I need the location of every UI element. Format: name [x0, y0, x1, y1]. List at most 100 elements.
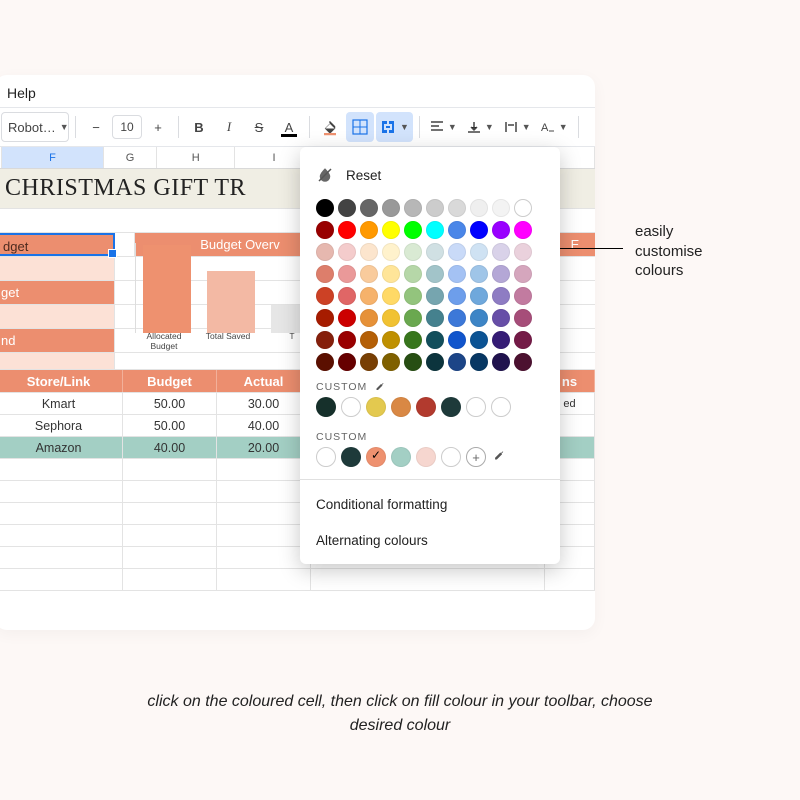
borders-button[interactable] [346, 112, 374, 142]
cell[interactable] [115, 233, 135, 256]
color-swatch[interactable] [360, 243, 378, 261]
col-store[interactable]: Store/Link [0, 370, 123, 392]
value-cell[interactable] [0, 257, 115, 280]
table-row[interactable] [0, 569, 595, 591]
color-swatch[interactable] [441, 447, 461, 467]
color-swatch[interactable] [338, 243, 356, 261]
color-swatch[interactable] [470, 353, 488, 371]
color-swatch[interactable] [360, 199, 378, 217]
color-swatch[interactable] [360, 353, 378, 371]
color-swatch[interactable] [492, 265, 510, 283]
color-swatch[interactable] [426, 265, 444, 283]
color-swatch[interactable] [391, 397, 411, 417]
font-size-input[interactable]: 10 [112, 115, 142, 139]
color-swatch[interactable] [426, 243, 444, 261]
color-swatch[interactable] [316, 265, 334, 283]
font-size-decrease-button[interactable]: − [82, 112, 110, 142]
color-swatch[interactable] [316, 331, 334, 349]
cell-budget[interactable]: 50.00 [123, 393, 217, 414]
eyedropper-icon[interactable] [373, 381, 385, 393]
color-swatch[interactable] [404, 221, 422, 239]
color-swatch[interactable] [382, 221, 400, 239]
color-swatch[interactable] [492, 331, 510, 349]
color-swatch[interactable] [492, 221, 510, 239]
color-swatch[interactable] [491, 397, 511, 417]
text-wrap-button[interactable]: ▼ [500, 112, 535, 142]
color-swatch[interactable] [338, 309, 356, 327]
col-header-F[interactable]: F [2, 147, 104, 168]
color-swatch[interactable] [404, 265, 422, 283]
color-swatch[interactable] [448, 199, 466, 217]
color-swatch[interactable] [382, 353, 400, 371]
color-swatch[interactable] [341, 447, 361, 467]
add-custom-color-button[interactable]: + [466, 447, 486, 467]
color-swatch[interactable] [448, 221, 466, 239]
color-swatch[interactable] [338, 199, 356, 217]
color-swatch[interactable] [470, 309, 488, 327]
color-swatch[interactable] [514, 331, 532, 349]
color-swatch[interactable] [514, 287, 532, 305]
text-color-button[interactable]: A [275, 112, 303, 142]
alternating-colours-button[interactable]: Alternating colours [300, 522, 560, 558]
color-swatch[interactable] [316, 199, 334, 217]
color-swatch[interactable] [382, 331, 400, 349]
color-swatch[interactable] [404, 309, 422, 327]
color-swatch[interactable] [382, 265, 400, 283]
fill-color-button[interactable] [316, 112, 344, 142]
color-swatch[interactable] [338, 353, 356, 371]
color-swatch[interactable] [492, 243, 510, 261]
total-budget-header-cell[interactable]: dget [0, 233, 115, 256]
col-budget[interactable]: Budget [123, 370, 217, 392]
color-swatch[interactable] [448, 265, 466, 283]
color-swatch[interactable] [470, 221, 488, 239]
color-swatch[interactable] [316, 447, 336, 467]
color-swatch[interactable] [470, 331, 488, 349]
color-swatch[interactable] [448, 309, 466, 327]
color-swatch[interactable] [416, 397, 436, 417]
spend-header-cell[interactable]: nd [0, 329, 115, 352]
color-swatch[interactable] [338, 331, 356, 349]
color-swatch[interactable] [338, 265, 356, 283]
conditional-formatting-button[interactable]: Conditional formatting [300, 486, 560, 522]
color-swatch[interactable] [382, 287, 400, 305]
cell-actual[interactable]: 40.00 [217, 415, 311, 436]
color-swatch[interactable] [470, 287, 488, 305]
color-swatch[interactable] [404, 331, 422, 349]
color-swatch[interactable] [426, 221, 444, 239]
color-swatch[interactable] [316, 287, 334, 305]
bold-button[interactable]: B [185, 112, 213, 142]
color-swatch[interactable] [366, 447, 386, 467]
color-swatch[interactable] [426, 309, 444, 327]
font-family-select[interactable]: Robot… ▼ [1, 112, 69, 142]
color-swatch[interactable] [316, 397, 336, 417]
color-swatch[interactable] [360, 287, 378, 305]
section-header-cell[interactable]: E [555, 233, 595, 256]
color-swatch[interactable] [316, 221, 334, 239]
color-swatch[interactable] [470, 265, 488, 283]
color-swatch[interactable] [316, 353, 334, 371]
text-rotation-button[interactable]: A ▼ [537, 112, 572, 142]
color-swatch[interactable] [514, 243, 532, 261]
color-swatch[interactable] [338, 287, 356, 305]
color-swatch[interactable] [514, 353, 532, 371]
cell-store[interactable]: Sephora [0, 415, 123, 436]
color-swatch[interactable] [366, 397, 386, 417]
color-swatch[interactable] [470, 199, 488, 217]
cell-store[interactable]: Kmart [0, 393, 123, 414]
eyedropper-icon[interactable] [491, 449, 505, 466]
color-swatch[interactable] [316, 309, 334, 327]
cell-store[interactable]: Amazon [0, 437, 123, 458]
col-actual[interactable]: Actual [217, 370, 311, 392]
color-swatch[interactable] [360, 309, 378, 327]
color-swatch[interactable] [514, 199, 532, 217]
color-swatch[interactable] [360, 265, 378, 283]
color-swatch[interactable] [466, 397, 486, 417]
color-swatch[interactable] [426, 331, 444, 349]
color-swatch[interactable] [448, 287, 466, 305]
color-swatch[interactable] [338, 221, 356, 239]
color-swatch[interactable] [382, 309, 400, 327]
merge-cells-button[interactable]: ▼ [376, 112, 413, 142]
color-swatch[interactable] [404, 287, 422, 305]
value-cell[interactable] [0, 305, 115, 328]
color-swatch[interactable] [441, 397, 461, 417]
